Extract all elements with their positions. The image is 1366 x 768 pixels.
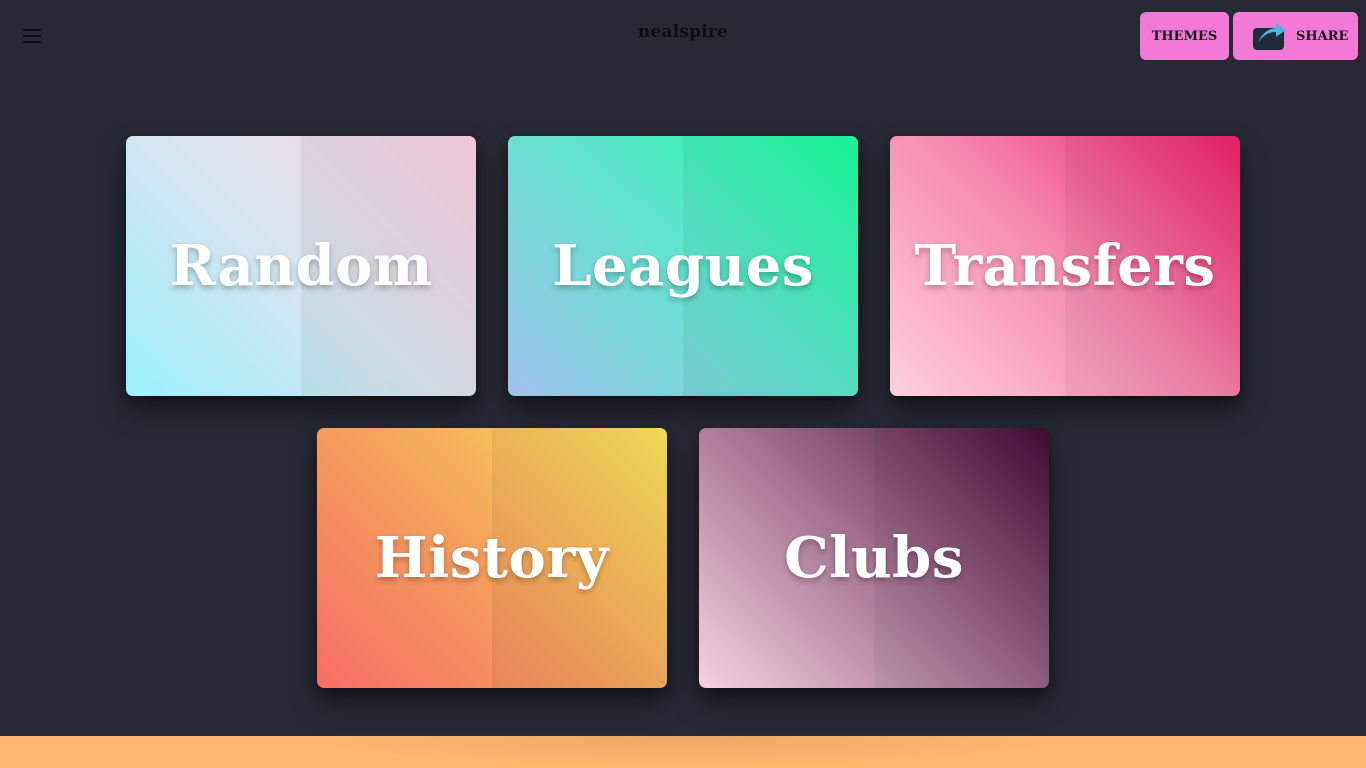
hamburger-menu-button[interactable]	[18, 22, 46, 50]
category-card-leagues[interactable]: Leagues	[508, 136, 858, 396]
category-title: Random	[169, 233, 433, 299]
menu-line	[23, 29, 41, 31]
category-card-transfers[interactable]: Transfers	[890, 136, 1240, 396]
menu-line	[23, 41, 41, 43]
footer-strip	[0, 736, 1366, 768]
share-arrow-icon	[1253, 23, 1286, 50]
category-title: Transfers	[914, 233, 1216, 299]
category-card-random[interactable]: Random	[126, 136, 476, 396]
share-button[interactable]: SHARE	[1233, 12, 1358, 60]
brand-logo[interactable]: nealspire	[583, 22, 783, 42]
category-card-history[interactable]: History	[317, 428, 667, 688]
themes-button-label: THEMES	[1151, 28, 1218, 44]
menu-line	[23, 35, 41, 37]
themes-button[interactable]: THEMES	[1140, 12, 1229, 60]
category-title: History	[374, 525, 610, 591]
category-title: Clubs	[784, 525, 964, 591]
share-button-label: SHARE	[1296, 29, 1349, 44]
category-card-clubs[interactable]: Clubs	[699, 428, 1049, 688]
top-bar: nealspire THEMES SHARE	[0, 0, 1366, 72]
category-title: Leagues	[552, 233, 814, 299]
